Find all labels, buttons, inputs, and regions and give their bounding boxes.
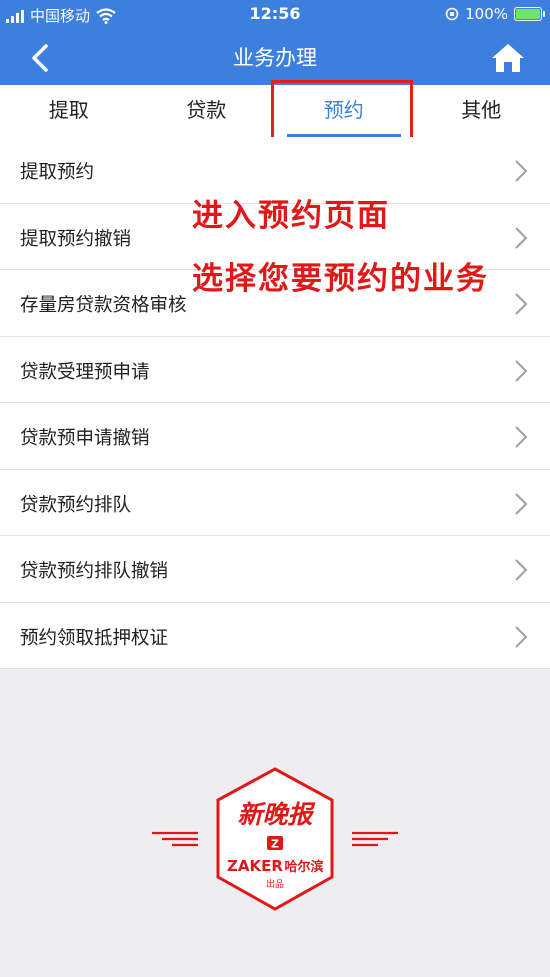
chevron-right-icon	[515, 426, 528, 448]
home-icon	[492, 44, 524, 72]
nav-bar: 业务办理	[0, 30, 550, 85]
watermark-produced-text: 出品	[266, 878, 284, 890]
list-item-label: 贷款预约排队	[20, 494, 132, 516]
chevron-right-icon	[515, 559, 528, 581]
orientation-lock-icon	[445, 7, 459, 21]
list-item-loan-pre-application[interactable]: 贷款受理预申请	[0, 337, 550, 403]
list-item-loan-queue[interactable]: 贷款预约排队	[0, 470, 550, 536]
list-item-loan-pre-application-cancel[interactable]: 贷款预申请撤销	[0, 403, 550, 470]
list-item-label: 提取预约	[20, 162, 95, 183]
chevron-right-icon	[515, 359, 528, 382]
status-right: 100%	[445, 5, 545, 23]
status-bar: 中国移动 12:56 100%	[0, 0, 550, 30]
home-button[interactable]	[488, 40, 528, 76]
page-title: 业务办理	[233, 46, 317, 70]
list-item-label: 存量房贷款资格审核	[20, 295, 187, 316]
chevron-right-icon	[515, 160, 528, 182]
tab-withdraw[interactable]: 提取	[0, 85, 138, 137]
list-item-loan-queue-cancel[interactable]: 贷款预约排队撤销	[0, 536, 550, 603]
list-item-label: 预约领取抵押权证	[20, 627, 169, 649]
watermark-brand-text: 新晚报	[237, 800, 316, 829]
watermark-z-letter: Z	[271, 838, 279, 851]
list-item-mortgage-certificate-pickup[interactable]: 预约领取抵押权证	[0, 603, 550, 669]
zaker-watermark-logo: 新晚报 Z ZAKER 哈尔滨 出品	[152, 767, 398, 911]
chevron-right-icon	[515, 226, 528, 249]
list-item-label: 提取预约撤销	[20, 228, 132, 250]
list-item-label: 贷款预约排队撤销	[20, 561, 169, 582]
chevron-right-icon	[515, 492, 528, 515]
battery-percent: 100%	[465, 5, 508, 23]
battery-icon	[514, 7, 545, 21]
tab-loan[interactable]: 贷款	[138, 85, 276, 137]
watermark-city-text: 哈尔滨	[284, 859, 323, 875]
list-item-label: 贷款受理预申请	[20, 361, 150, 383]
list-item-label: 贷款预申请撤销	[20, 428, 150, 449]
chevron-right-icon	[515, 625, 528, 648]
watermark-zaker-text: ZAKER	[227, 857, 283, 875]
annotation-line-1: 进入预约页面	[192, 198, 390, 234]
annotation-line-2: 选择您要预约的业务	[192, 261, 489, 297]
chevron-right-icon	[515, 293, 528, 315]
tab-other[interactable]: 其他	[413, 85, 550, 137]
